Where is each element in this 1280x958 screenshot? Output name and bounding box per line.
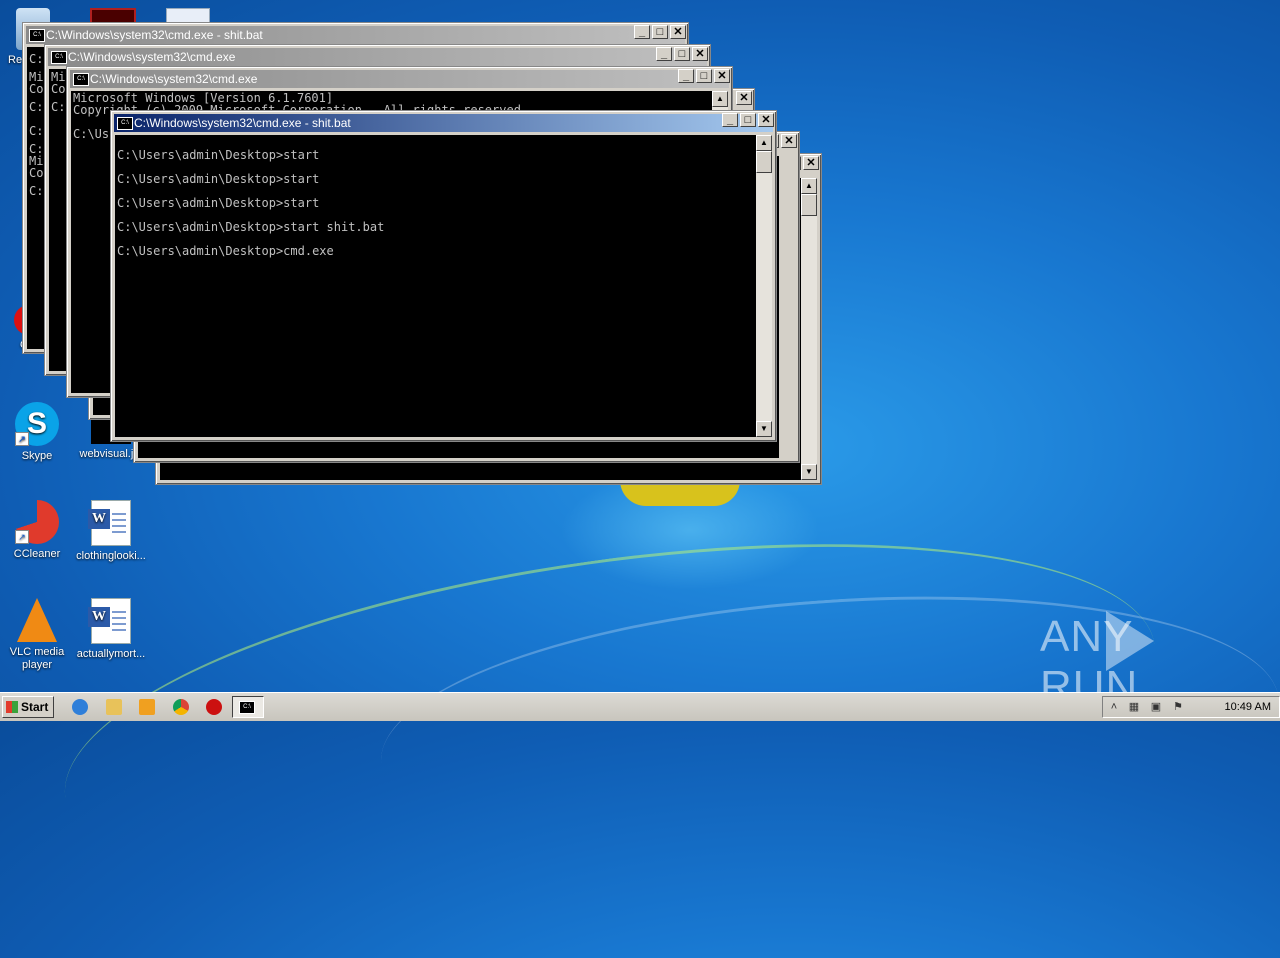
desktop-icon-word-doc[interactable]: W clothinglooki... bbox=[74, 500, 148, 563]
minimize-button[interactable]: _ bbox=[722, 113, 738, 127]
vertical-scrollbar[interactable]: ▲ ▼ bbox=[756, 135, 772, 437]
system-tray: ˄ ▦ ▣ ⚑ 10:49 AM bbox=[1102, 696, 1280, 718]
play-icon bbox=[1106, 611, 1154, 671]
close-button[interactable]: ✕ bbox=[670, 25, 686, 39]
window-titlebar[interactable]: C:\ C:\Windows\system32\cmd.exe - shit.b… bbox=[114, 114, 773, 132]
scroll-thumb[interactable] bbox=[756, 151, 772, 173]
minimize-button[interactable]: _ bbox=[656, 47, 672, 61]
desktop-icon-label: VLC media player bbox=[9, 646, 65, 671]
opera-icon[interactable] bbox=[206, 699, 222, 715]
window-title: C:\Windows\system32\cmd.exe - shit.bat bbox=[46, 28, 263, 42]
console-line: C:\Users\admin\Desktop>start bbox=[117, 172, 320, 186]
scroll-down-arrow-icon[interactable]: ▼ bbox=[801, 464, 817, 480]
close-button[interactable]: ✕ bbox=[758, 113, 774, 127]
start-label: Start bbox=[21, 700, 49, 714]
chrome-icon[interactable] bbox=[173, 699, 189, 715]
skype-icon: S ↗ bbox=[15, 402, 59, 446]
scroll-up-arrow-icon[interactable]: ▲ bbox=[801, 178, 817, 194]
scroll-up-arrow-icon[interactable]: ▲ bbox=[756, 135, 772, 151]
window-titlebar[interactable]: C:\ C:\Windows\system32\cmd.exe bbox=[70, 70, 729, 88]
cmd-window-active[interactable]: C:\ C:\Windows\system32\cmd.exe - shit.b… bbox=[110, 110, 777, 442]
scroll-down-arrow-icon[interactable]: ▼ bbox=[756, 421, 772, 437]
close-button[interactable]: ✕ bbox=[736, 91, 752, 105]
cmd-icon: C:\ bbox=[51, 51, 67, 64]
console-line: C:\Users\admin\Desktop>start shit.bat bbox=[117, 220, 385, 234]
taskbar: Start C:\ ˄ ▦ ▣ ⚑ 10:49 AM bbox=[0, 692, 1280, 721]
maximize-button[interactable]: □ bbox=[652, 25, 668, 39]
media-player-icon[interactable] bbox=[139, 699, 155, 715]
display-icon[interactable]: ▣ bbox=[1149, 700, 1163, 714]
ccleaner-icon: ↗ bbox=[15, 500, 59, 544]
maximize-button[interactable]: □ bbox=[740, 113, 756, 127]
minimize-button[interactable]: _ bbox=[678, 69, 694, 83]
maximize-button[interactable]: □ bbox=[674, 47, 690, 61]
clock[interactable]: 10:49 AM bbox=[1225, 697, 1271, 717]
file-explorer-icon[interactable] bbox=[106, 699, 122, 715]
window-titlebar[interactable]: C:\ C:\Windows\system32\cmd.exe bbox=[48, 48, 707, 66]
maximize-button[interactable]: □ bbox=[696, 69, 712, 83]
shortcut-arrow-icon: ↗ bbox=[15, 432, 29, 446]
cmd-icon: C:\ bbox=[239, 701, 255, 714]
close-button[interactable]: ✕ bbox=[692, 47, 708, 61]
desktop-icon-skype[interactable]: S ↗ Skype bbox=[0, 402, 74, 463]
console-output[interactable]: C:\Users\admin\Desktop>start C:\Users\ad… bbox=[115, 135, 756, 437]
minimize-button[interactable]: _ bbox=[634, 25, 650, 39]
console-line: C:\Users\admin\Desktop>cmd.exe bbox=[117, 244, 334, 258]
console-line: C:\Users\admin\Desktop>start bbox=[117, 148, 320, 162]
scroll-thumb[interactable] bbox=[801, 194, 817, 216]
cmd-icon: C:\ bbox=[117, 117, 133, 130]
desktop-icon-vlc[interactable]: VLC media player bbox=[0, 598, 74, 672]
close-button[interactable]: ✕ bbox=[714, 69, 730, 83]
window-titlebar[interactable]: C:\ C:\Windows\system32\cmd.exe - shit.b… bbox=[26, 26, 685, 44]
window-title: C:\Windows\system32\cmd.exe bbox=[68, 50, 236, 64]
desktop-icon-ccleaner[interactable]: ↗ CCleaner bbox=[0, 500, 74, 561]
window-title: C:\Windows\system32\cmd.exe - shit.bat bbox=[134, 116, 351, 130]
scroll-up-arrow-icon[interactable]: ▲ bbox=[712, 91, 728, 107]
close-button[interactable]: ✕ bbox=[803, 156, 819, 170]
action-center-flag-icon[interactable]: ⚑ bbox=[1171, 700, 1185, 714]
desktop-icon-label: clothinglooki... bbox=[76, 550, 146, 562]
cmd-icon: C:\ bbox=[73, 73, 89, 86]
show-hidden-icons-icon[interactable]: ˄ bbox=[1107, 700, 1121, 714]
vertical-scrollbar[interactable]: ▲ ▼ bbox=[801, 178, 817, 480]
desktop-icon-label: actuallymort... bbox=[76, 648, 146, 660]
windows-logo-icon bbox=[6, 701, 18, 713]
desktop-icon-label: CCleaner bbox=[13, 548, 61, 560]
cmd-icon: C:\ bbox=[29, 29, 45, 42]
vlc-cone-icon bbox=[17, 598, 57, 642]
taskbar-button-cmd[interactable]: C:\ bbox=[232, 696, 264, 718]
network-icon[interactable]: ▦ bbox=[1127, 700, 1141, 714]
start-button[interactable]: Start bbox=[2, 696, 54, 718]
internet-explorer-icon[interactable] bbox=[72, 699, 88, 715]
desktop-icon-word-doc[interactable]: W actuallymort... bbox=[74, 598, 148, 661]
word-document-icon: W bbox=[88, 500, 131, 546]
word-document-icon: W bbox=[88, 598, 131, 644]
desktop-icon-label: Skype bbox=[21, 450, 53, 462]
console-line: C:\Users\admin\Desktop>start bbox=[117, 196, 320, 210]
window-title: C:\Windows\system32\cmd.exe bbox=[90, 72, 258, 86]
close-button[interactable]: ✕ bbox=[781, 134, 797, 148]
shortcut-arrow-icon: ↗ bbox=[15, 530, 29, 544]
